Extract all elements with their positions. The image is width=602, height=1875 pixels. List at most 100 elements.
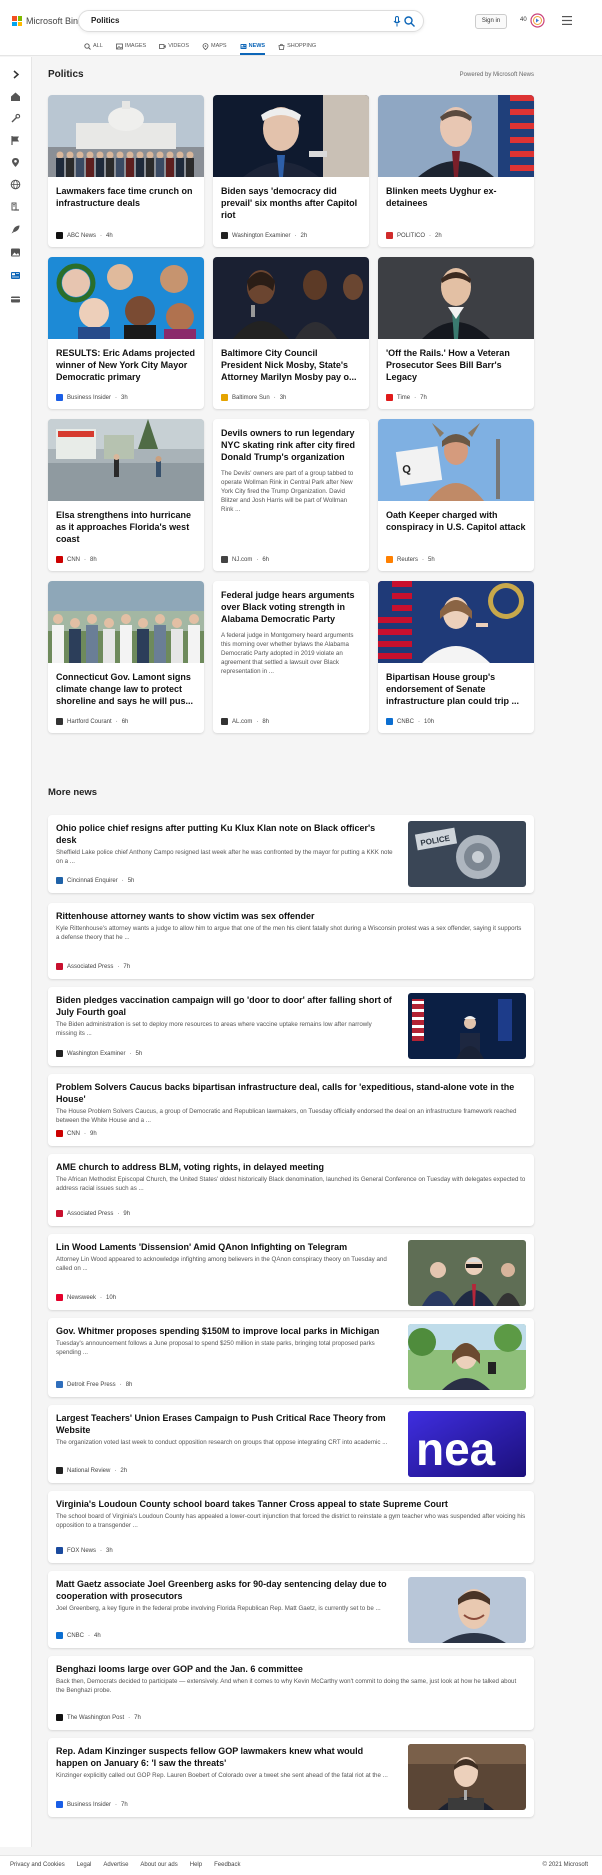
rail-home-icon[interactable] — [10, 91, 21, 102]
news-item-image[interactable]: POLICE — [408, 821, 526, 887]
news-card-source[interactable]: Baltimore Sun · 3h — [221, 394, 286, 401]
news-card-image[interactable] — [48, 95, 204, 177]
rail-rocket-icon[interactable] — [10, 224, 21, 235]
news-card[interactable]: Lawmakers face time crunch on infrastruc… — [48, 95, 204, 247]
news-card[interactable]: Q Oath Keeper charged with conspiracy in … — [378, 419, 534, 571]
news-item-source[interactable]: Newsweek · 10h — [56, 1294, 116, 1301]
tab-all[interactable]: ALL — [84, 40, 103, 52]
news-card-title[interactable]: Blinken meets Uyghur ex-detainees — [378, 177, 534, 209]
footer-link[interactable]: Privacy and Cookies — [10, 1862, 65, 1868]
news-card-source[interactable]: Reuters · 5h — [386, 556, 435, 563]
news-list-item[interactable]: Rittenhouse attorney wants to show victi… — [48, 903, 534, 979]
news-item-source[interactable]: The Washington Post · 7h — [56, 1714, 141, 1721]
news-card-image[interactable] — [378, 581, 534, 663]
news-list-item[interactable]: Virginia's Loudoun County school board t… — [48, 1491, 534, 1563]
news-card-source[interactable]: Time · 7h — [386, 394, 427, 401]
news-item-image[interactable] — [408, 1240, 526, 1306]
news-item-title[interactable]: Gov. Whitmer proposes spending $150M to … — [56, 1325, 394, 1337]
news-list-item[interactable]: Benghazi looms large over GOP and the Ja… — [48, 1656, 534, 1730]
news-item-image[interactable] — [408, 1324, 526, 1390]
news-item-title[interactable]: Rep. Adam Kinzinger suspects fellow GOP … — [56, 1745, 394, 1769]
news-card-title[interactable]: Connecticut Gov. Lamont signs climate ch… — [48, 663, 204, 707]
news-card-image[interactable] — [213, 95, 369, 177]
news-item-title[interactable]: Problem Solvers Caucus backs bipartisan … — [56, 1081, 526, 1105]
footer-link[interactable]: About our ads — [140, 1862, 177, 1868]
news-card-title[interactable]: Oath Keeper charged with conspiracy in U… — [378, 501, 534, 533]
news-card-title[interactable]: Devils owners to run legendary NYC skati… — [213, 419, 369, 463]
news-card-image[interactable] — [48, 581, 204, 663]
news-card-source[interactable]: CNN · 8h — [56, 556, 97, 563]
bing-logo[interactable]: Microsoft Bing — [12, 16, 83, 26]
search-icon[interactable] — [404, 16, 415, 27]
news-card[interactable]: Blinken meets Uyghur ex-detainees POLITIC… — [378, 95, 534, 247]
news-card-image[interactable]: Q — [378, 419, 534, 501]
news-card-title[interactable]: Biden says 'democracy did prevail' six m… — [213, 177, 369, 221]
news-card-title[interactable]: Federal judge hears arguments over Black… — [213, 581, 369, 625]
news-card-source[interactable]: Hartford Courant · 6h — [56, 718, 128, 725]
news-card[interactable]: Bipartisan House group's endorsement of … — [378, 581, 534, 733]
news-item-source[interactable]: CNN · 9h — [56, 1130, 97, 1137]
news-card-title[interactable]: Elsa strengthens into hurricane as it ap… — [48, 501, 204, 545]
news-card-image[interactable] — [48, 419, 204, 501]
news-card-title[interactable]: 'Off the Rails.' How a Veteran Prosecuto… — [378, 339, 534, 383]
news-item-title[interactable]: Rittenhouse attorney wants to show victi… — [56, 910, 526, 922]
news-item-source[interactable]: Associated Press · 9h — [56, 1210, 130, 1217]
news-list-item[interactable]: Largest Teachers' Union Erases Campaign … — [48, 1405, 534, 1483]
footer-link[interactable]: Legal — [77, 1862, 92, 1868]
news-item-title[interactable]: Largest Teachers' Union Erases Campaign … — [56, 1412, 394, 1436]
rail-news-icon[interactable] — [10, 270, 21, 281]
rail-flag-icon[interactable] — [10, 135, 21, 146]
news-item-source[interactable]: Detroit Free Press · 8h — [56, 1381, 132, 1388]
rewards-medal-icon[interactable] — [530, 13, 545, 28]
news-card-image[interactable] — [378, 95, 534, 177]
rail-education-icon[interactable] — [10, 201, 21, 212]
footer-link[interactable]: Help — [190, 1862, 202, 1868]
tab-maps[interactable]: MAPS — [202, 40, 227, 52]
news-card-source[interactable]: ABC News · 4h — [56, 232, 113, 239]
news-card-image[interactable] — [48, 257, 204, 339]
news-card-image[interactable] — [378, 257, 534, 339]
news-card-source[interactable]: POLITICO · 2h — [386, 232, 442, 239]
search-query[interactable]: Politics — [91, 16, 119, 25]
hamburger-menu-icon[interactable] — [562, 16, 572, 25]
news-list-item[interactable]: Problem Solvers Caucus backs bipartisan … — [48, 1074, 534, 1146]
news-item-title[interactable]: Virginia's Loudoun County school board t… — [56, 1498, 526, 1510]
news-list-item[interactable]: Rep. Adam Kinzinger suspects fellow GOP … — [48, 1738, 534, 1817]
news-item-title[interactable]: Benghazi looms large over GOP and the Ja… — [56, 1663, 526, 1675]
news-card[interactable]: Connecticut Gov. Lamont signs climate ch… — [48, 581, 204, 733]
news-card-image[interactable] — [213, 257, 369, 339]
news-item-title[interactable]: AME church to address BLM, voting rights… — [56, 1161, 526, 1173]
news-card-title[interactable]: RESULTS: Eric Adams projected winner of … — [48, 339, 204, 383]
news-card[interactable]: RESULTS: Eric Adams projected winner of … — [48, 257, 204, 409]
news-list-item[interactable]: Biden pledges vaccination campaign will … — [48, 987, 534, 1066]
rail-tools-icon[interactable] — [10, 113, 21, 124]
news-item-source[interactable]: Associated Press · 7h — [56, 963, 130, 970]
rail-globe-icon[interactable] — [10, 179, 21, 190]
news-card[interactable]: Baltimore City Council President Nick Mo… — [213, 257, 369, 409]
news-list-item[interactable]: Ohio police chief resigns after putting … — [48, 815, 534, 893]
news-item-source[interactable]: Washington Examiner · 5h — [56, 1050, 142, 1057]
news-item-source[interactable]: Business Insider · 7h — [56, 1801, 128, 1808]
rail-chevron-right-icon[interactable] — [10, 69, 21, 80]
news-item-title[interactable]: Matt Gaetz associate Joel Greenberg asks… — [56, 1578, 394, 1602]
news-list-item[interactable]: Lin Wood Laments 'Dissension' Amid QAnon… — [48, 1234, 534, 1310]
rail-location-icon[interactable] — [10, 157, 21, 168]
news-card[interactable]: 'Off the Rails.' How a Veteran Prosecuto… — [378, 257, 534, 409]
news-card[interactable]: Elsa strengthens into hurricane as it ap… — [48, 419, 204, 571]
news-card-title[interactable]: Lawmakers face time crunch on infrastruc… — [48, 177, 204, 209]
news-item-image[interactable] — [408, 993, 526, 1059]
footer-link[interactable]: Advertise — [103, 1862, 128, 1868]
news-card-title[interactable]: Bipartisan House group's endorsement of … — [378, 663, 534, 707]
news-card-source[interactable]: Washington Examiner · 2h — [221, 232, 307, 239]
news-item-title[interactable]: Ohio police chief resigns after putting … — [56, 822, 394, 846]
news-card-source[interactable]: AL.com · 8h — [221, 718, 269, 725]
news-item-source[interactable]: National Review · 2h — [56, 1467, 127, 1474]
footer-link[interactable]: Feedback — [214, 1862, 240, 1868]
tab-shopping[interactable]: SHOPPING — [278, 40, 316, 52]
search-input[interactable]: Politics — [78, 10, 424, 32]
news-item-image[interactable] — [408, 1577, 526, 1643]
news-card-source[interactable]: NJ.com · 6h — [221, 556, 269, 563]
microphone-icon[interactable] — [393, 16, 401, 27]
rail-card-icon[interactable] — [10, 294, 21, 305]
news-card-source[interactable]: CNBC · 10h — [386, 718, 434, 725]
